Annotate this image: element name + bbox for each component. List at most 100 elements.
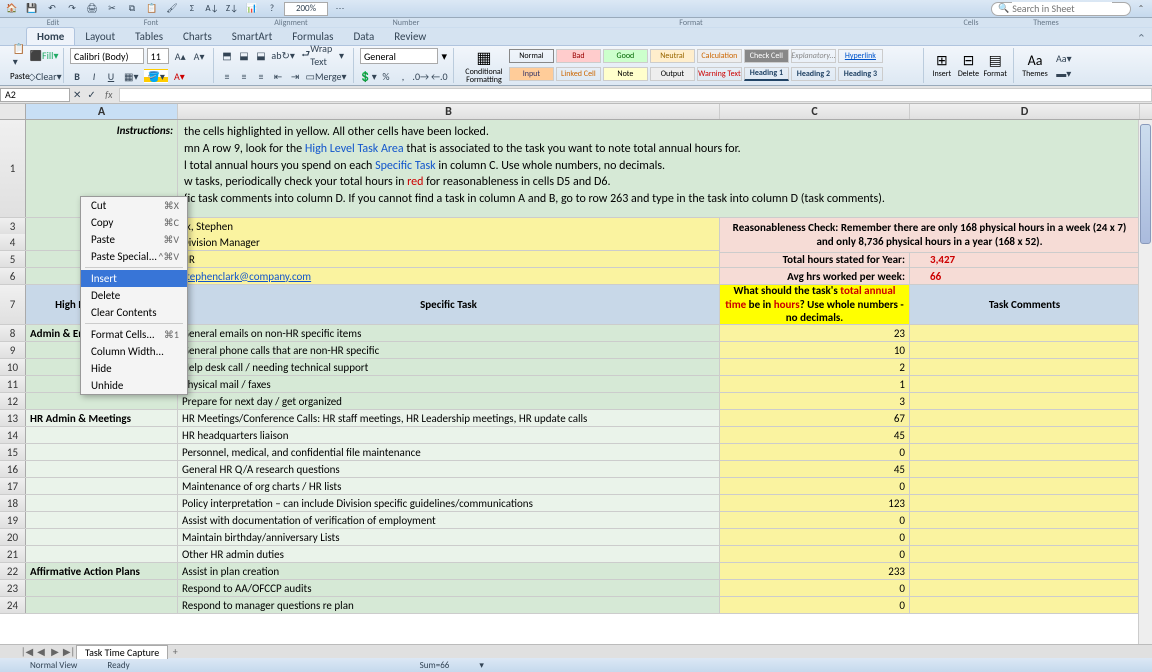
- shrink-font-icon[interactable]: A▾: [191, 49, 207, 63]
- row-header-18[interactable]: 18: [0, 495, 26, 511]
- comma-icon[interactable]: ,: [396, 69, 410, 83]
- cell-A19[interactable]: [26, 512, 178, 528]
- cell-D6[interactable]: 66: [910, 268, 1140, 284]
- cell-A17[interactable]: [26, 478, 178, 494]
- row-header-8[interactable]: 8: [0, 325, 26, 341]
- worksheet[interactable]: A B C D 1 Instructions: the cells highli…: [0, 104, 1152, 644]
- cell-A12[interactable]: [26, 393, 178, 409]
- cell-B20[interactable]: Maintain birthday/anniversary Lists: [178, 529, 720, 545]
- style-explanatory[interactable]: Explanatory...: [791, 49, 836, 63]
- cell-B14[interactable]: HR headquarters liaison: [178, 427, 720, 443]
- row-header-17[interactable]: 17: [0, 478, 26, 494]
- grow-font-icon[interactable]: A▴: [172, 49, 188, 63]
- row-header-1[interactable]: 1: [0, 120, 26, 217]
- cell-B5[interactable]: HR: [178, 251, 720, 267]
- enter-formula-icon[interactable]: ✓: [84, 88, 98, 102]
- cell-D14[interactable]: [910, 427, 1140, 443]
- border-button[interactable]: ▦▾: [121, 69, 141, 83]
- scrollbar-thumb[interactable]: [1140, 124, 1151, 244]
- fill-color-button[interactable]: 🪣▾: [144, 69, 167, 83]
- cell-C11[interactable]: 1: [720, 376, 910, 392]
- col-header-B[interactable]: B: [178, 104, 720, 119]
- clear-button[interactable]: ◇ Clear▾: [33, 69, 57, 83]
- context-menu-paste[interactable]: Paste⌘V: [81, 231, 187, 248]
- zoom-dropdown[interactable]: 200%: [284, 2, 328, 16]
- align-left-icon[interactable]: ≡: [220, 69, 234, 83]
- cell-B12[interactable]: Prepare for next day / get organized: [178, 393, 720, 409]
- cell-B23[interactable]: Respond to AA/OFCCP audits: [178, 580, 720, 596]
- print-icon[interactable]: 🖨: [84, 2, 100, 16]
- row-header-15[interactable]: 15: [0, 444, 26, 460]
- cell-A14[interactable]: [26, 427, 178, 443]
- delete-cells-icon[interactable]: ⊟: [957, 52, 981, 69]
- cell-B7[interactable]: Specific Task: [178, 285, 720, 324]
- context-menu-copy[interactable]: Copy⌘C: [81, 214, 187, 231]
- fill-button[interactable]: ⬛ Fill▾: [31, 48, 57, 62]
- tab-data[interactable]: Data: [343, 28, 384, 45]
- cell-D20[interactable]: [910, 529, 1140, 545]
- cell-C12[interactable]: 3: [720, 393, 910, 409]
- format-cells-icon[interactable]: ▤: [983, 52, 1007, 69]
- cancel-formula-icon[interactable]: ✕: [70, 88, 84, 102]
- cell-C23[interactable]: 0: [720, 580, 910, 596]
- cell-C18[interactable]: 123: [720, 495, 910, 511]
- cell-B18[interactable]: Policy interpretation – can include Divi…: [178, 495, 720, 511]
- context-menu-hide[interactable]: Hide: [81, 360, 187, 377]
- context-menu-paste-special-[interactable]: Paste Special...^⌘V: [81, 248, 187, 265]
- tab-layout[interactable]: Layout: [75, 28, 125, 45]
- cell-D18[interactable]: [910, 495, 1140, 511]
- row-header-19[interactable]: 19: [0, 512, 26, 528]
- theme-colors-icon[interactable]: ▬▾: [1053, 66, 1075, 80]
- cell-C10[interactable]: 2: [720, 359, 910, 375]
- cell-B1-merged[interactable]: the cells highlighted in yellow. All oth…: [178, 120, 1140, 217]
- style-hyperlink[interactable]: Hyperlink: [838, 49, 883, 63]
- orientation-icon[interactable]: ab↻▾: [271, 48, 295, 62]
- style-heading2[interactable]: Heading 2: [791, 67, 836, 81]
- row-header-9[interactable]: 9: [0, 342, 26, 358]
- cell-D7[interactable]: Task Comments: [910, 285, 1140, 324]
- style-heading1[interactable]: Heading 1: [744, 67, 789, 81]
- save-icon[interactable]: 💾: [24, 2, 40, 16]
- paste-icon[interactable]: 📋: [144, 2, 160, 16]
- cell-D24[interactable]: [910, 597, 1140, 613]
- row-header-10[interactable]: 10: [0, 359, 26, 375]
- cell-D17[interactable]: [910, 478, 1140, 494]
- theme-fonts-icon[interactable]: Aa▾: [1053, 51, 1075, 65]
- cell-B6[interactable]: stephenclark@company.com: [178, 268, 720, 284]
- cell-A20[interactable]: [26, 529, 178, 545]
- cell-B21[interactable]: Other HR admin duties: [178, 546, 720, 562]
- context-menu-delete[interactable]: Delete: [81, 287, 187, 304]
- increase-decimal-icon[interactable]: .0→: [413, 69, 429, 83]
- cell-A16[interactable]: [26, 461, 178, 477]
- cell-D8[interactable]: [910, 325, 1140, 341]
- col-header-D[interactable]: D: [910, 104, 1140, 119]
- new-sheet-icon[interactable]: +: [168, 645, 182, 658]
- col-header-C[interactable]: C: [720, 104, 910, 119]
- cell-B19[interactable]: Assist with documentation of verificatio…: [178, 512, 720, 528]
- cell-D16[interactable]: [910, 461, 1140, 477]
- sheet-tab[interactable]: Task Time Capture: [76, 645, 168, 659]
- ribbon-toggle-icon[interactable]: ⌃: [1137, 32, 1152, 45]
- cell-B8[interactable]: General emails on non-HR specific items: [178, 325, 720, 341]
- style-bad[interactable]: Bad: [556, 49, 601, 63]
- row-header-20[interactable]: 20: [0, 529, 26, 545]
- cell-B9[interactable]: General phone calls that are non-HR spec…: [178, 342, 720, 358]
- tab-review[interactable]: Review: [384, 28, 436, 45]
- align-top-icon[interactable]: ⬒: [220, 48, 234, 62]
- tab-charts[interactable]: Charts: [173, 28, 222, 45]
- cell-D15[interactable]: [910, 444, 1140, 460]
- cell-CD34-merged[interactable]: Reasonableness Check: Remember there are…: [720, 218, 1140, 253]
- style-note[interactable]: Note: [603, 67, 648, 81]
- row-header-21[interactable]: 21: [0, 546, 26, 562]
- app-menu-icon[interactable]: 🏠: [4, 2, 20, 16]
- row-header-6[interactable]: 6: [0, 268, 26, 284]
- row-header-13[interactable]: 13: [0, 410, 26, 426]
- tab-nav-last-icon[interactable]: ▶|: [62, 645, 76, 658]
- merge-button[interactable]: ▭ Merge▾: [305, 69, 347, 83]
- sheet-search[interactable]: 🔍: [991, 2, 1131, 16]
- cell-A24[interactable]: [26, 597, 178, 613]
- row-header-3[interactable]: 3: [0, 218, 26, 234]
- cell-C9[interactable]: 10: [720, 342, 910, 358]
- row-header-5[interactable]: 5: [0, 251, 26, 267]
- chart-icon[interactable]: 📊: [244, 2, 260, 16]
